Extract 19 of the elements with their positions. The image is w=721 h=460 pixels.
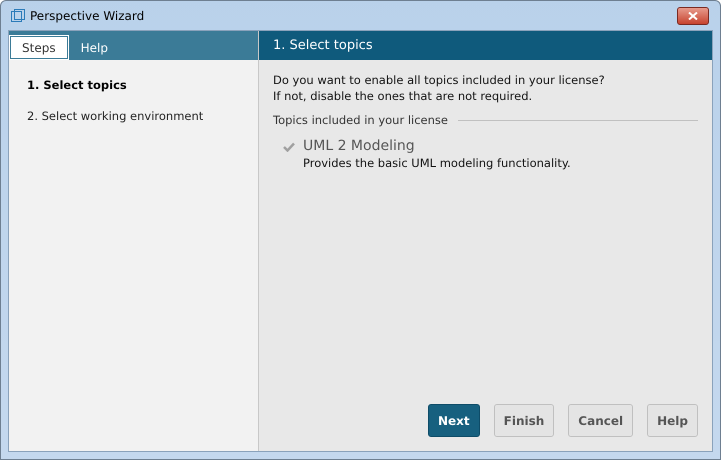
window-icon xyxy=(11,8,25,22)
dialog-button[interactable]: Cancel xyxy=(568,404,634,437)
tab[interactable]: Help xyxy=(70,36,119,59)
intro-text: Do you want to enable all topics included in your license? xyxy=(273,72,606,88)
intro-text: If not, disable the ones that are not required. xyxy=(273,88,534,104)
window-title: Perspective Wizard xyxy=(30,8,144,22)
dialog-button[interactable]: Next xyxy=(428,404,480,437)
topic-name: UML 2 Modeling xyxy=(303,138,416,154)
dialog-button[interactable]: Help xyxy=(647,404,698,437)
tab[interactable]: Steps xyxy=(10,36,68,59)
step-item[interactable]: 2. Select working environment xyxy=(27,109,258,123)
step-item[interactable]: 1. Select topics xyxy=(27,78,258,92)
checkbox[interactable] xyxy=(283,142,295,154)
close-icon xyxy=(688,12,698,20)
group-title: Topics included in your license xyxy=(273,113,448,127)
page-title: 1. Select topics xyxy=(273,38,373,53)
dialog-button[interactable]: Finish xyxy=(494,404,554,437)
topic-description: Provides the basic UML modeling functionality. xyxy=(303,156,571,170)
close-button[interactable] xyxy=(677,6,709,24)
